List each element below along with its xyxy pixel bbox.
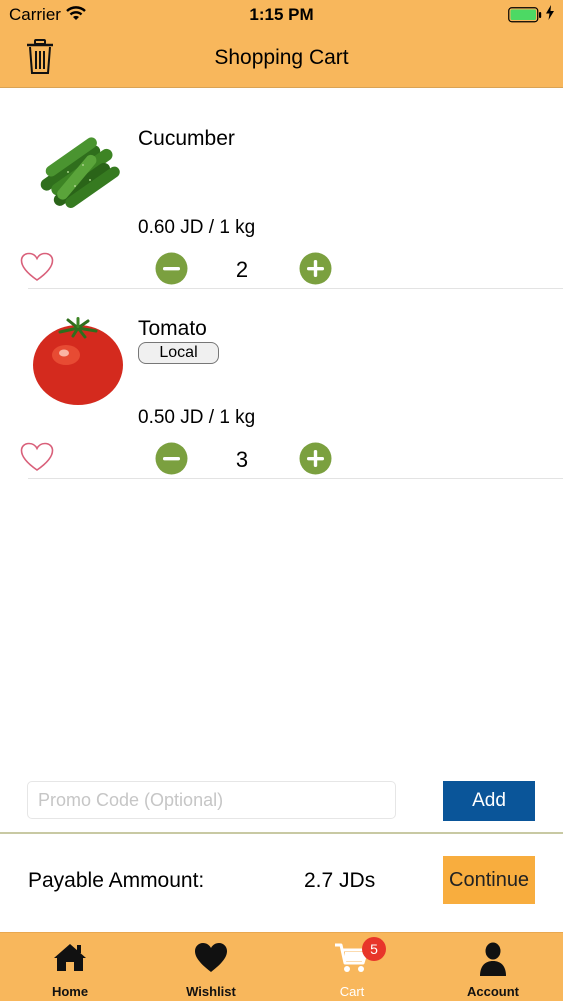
status-bar: Carrier 1:15 PM	[0, 0, 563, 30]
item-price: 0.50 JD / 1 kg	[138, 407, 256, 428]
decrease-quantity-button[interactable]	[155, 442, 188, 480]
page-title: Shopping Cart	[214, 46, 349, 69]
tab-wishlist[interactable]: Wishlist	[141, 933, 281, 1001]
tab-cart[interactable]: Cart	[282, 933, 422, 1001]
quantity-value: 3	[235, 447, 249, 472]
tab-label: Home	[51, 984, 89, 999]
tab-home[interactable]: Home	[0, 933, 140, 1001]
item-name: Tomato	[138, 317, 207, 340]
wishlist-heart-icon[interactable]	[20, 442, 54, 477]
decrease-quantity-button[interactable]	[155, 252, 188, 290]
increase-quantity-button[interactable]	[299, 442, 332, 480]
tab-label: Wishlist	[186, 984, 236, 999]
tab-label: Account	[467, 984, 519, 999]
cucumber-image	[28, 120, 128, 220]
clock: 1:15 PM	[249, 5, 314, 24]
cart-item-cucumber: Cucumber 0.60 JD / 1 kg 2	[0, 100, 563, 289]
summary-divider	[0, 832, 563, 834]
tab-account[interactable]: Account	[423, 933, 563, 1001]
item-divider	[28, 478, 563, 479]
payable-amount-label: Payable Ammount:	[28, 869, 205, 892]
wishlist-heart-icon[interactable]	[20, 252, 54, 287]
quantity-value: 2	[235, 257, 249, 282]
cart-count-badge: 5	[362, 937, 386, 961]
increase-quantity-button[interactable]	[299, 252, 332, 290]
continue-button[interactable]: Continue	[443, 856, 535, 904]
payable-amount-value: 2.7 JDs	[304, 869, 376, 892]
local-badge: Local	[138, 342, 219, 364]
battery-icon	[508, 7, 542, 28]
charging-icon	[546, 5, 554, 23]
heart-icon	[194, 942, 228, 978]
item-name: Cucumber	[138, 127, 235, 150]
nav-bar: Shopping Cart	[0, 30, 563, 88]
home-icon	[53, 942, 87, 977]
promo-code-input[interactable]	[27, 781, 396, 819]
tab-bar: Home Wishlist Cart Account	[0, 932, 563, 1001]
add-promo-button[interactable]: Add	[443, 781, 535, 821]
cart-item-tomato: Tomato Local 0.50 JD / 1 kg 3	[0, 290, 563, 479]
item-price: 0.60 JD / 1 kg	[138, 217, 256, 238]
tomato-image	[28, 310, 128, 410]
item-divider	[28, 288, 563, 289]
account-icon	[479, 942, 507, 981]
tab-label: Cart	[339, 984, 365, 999]
